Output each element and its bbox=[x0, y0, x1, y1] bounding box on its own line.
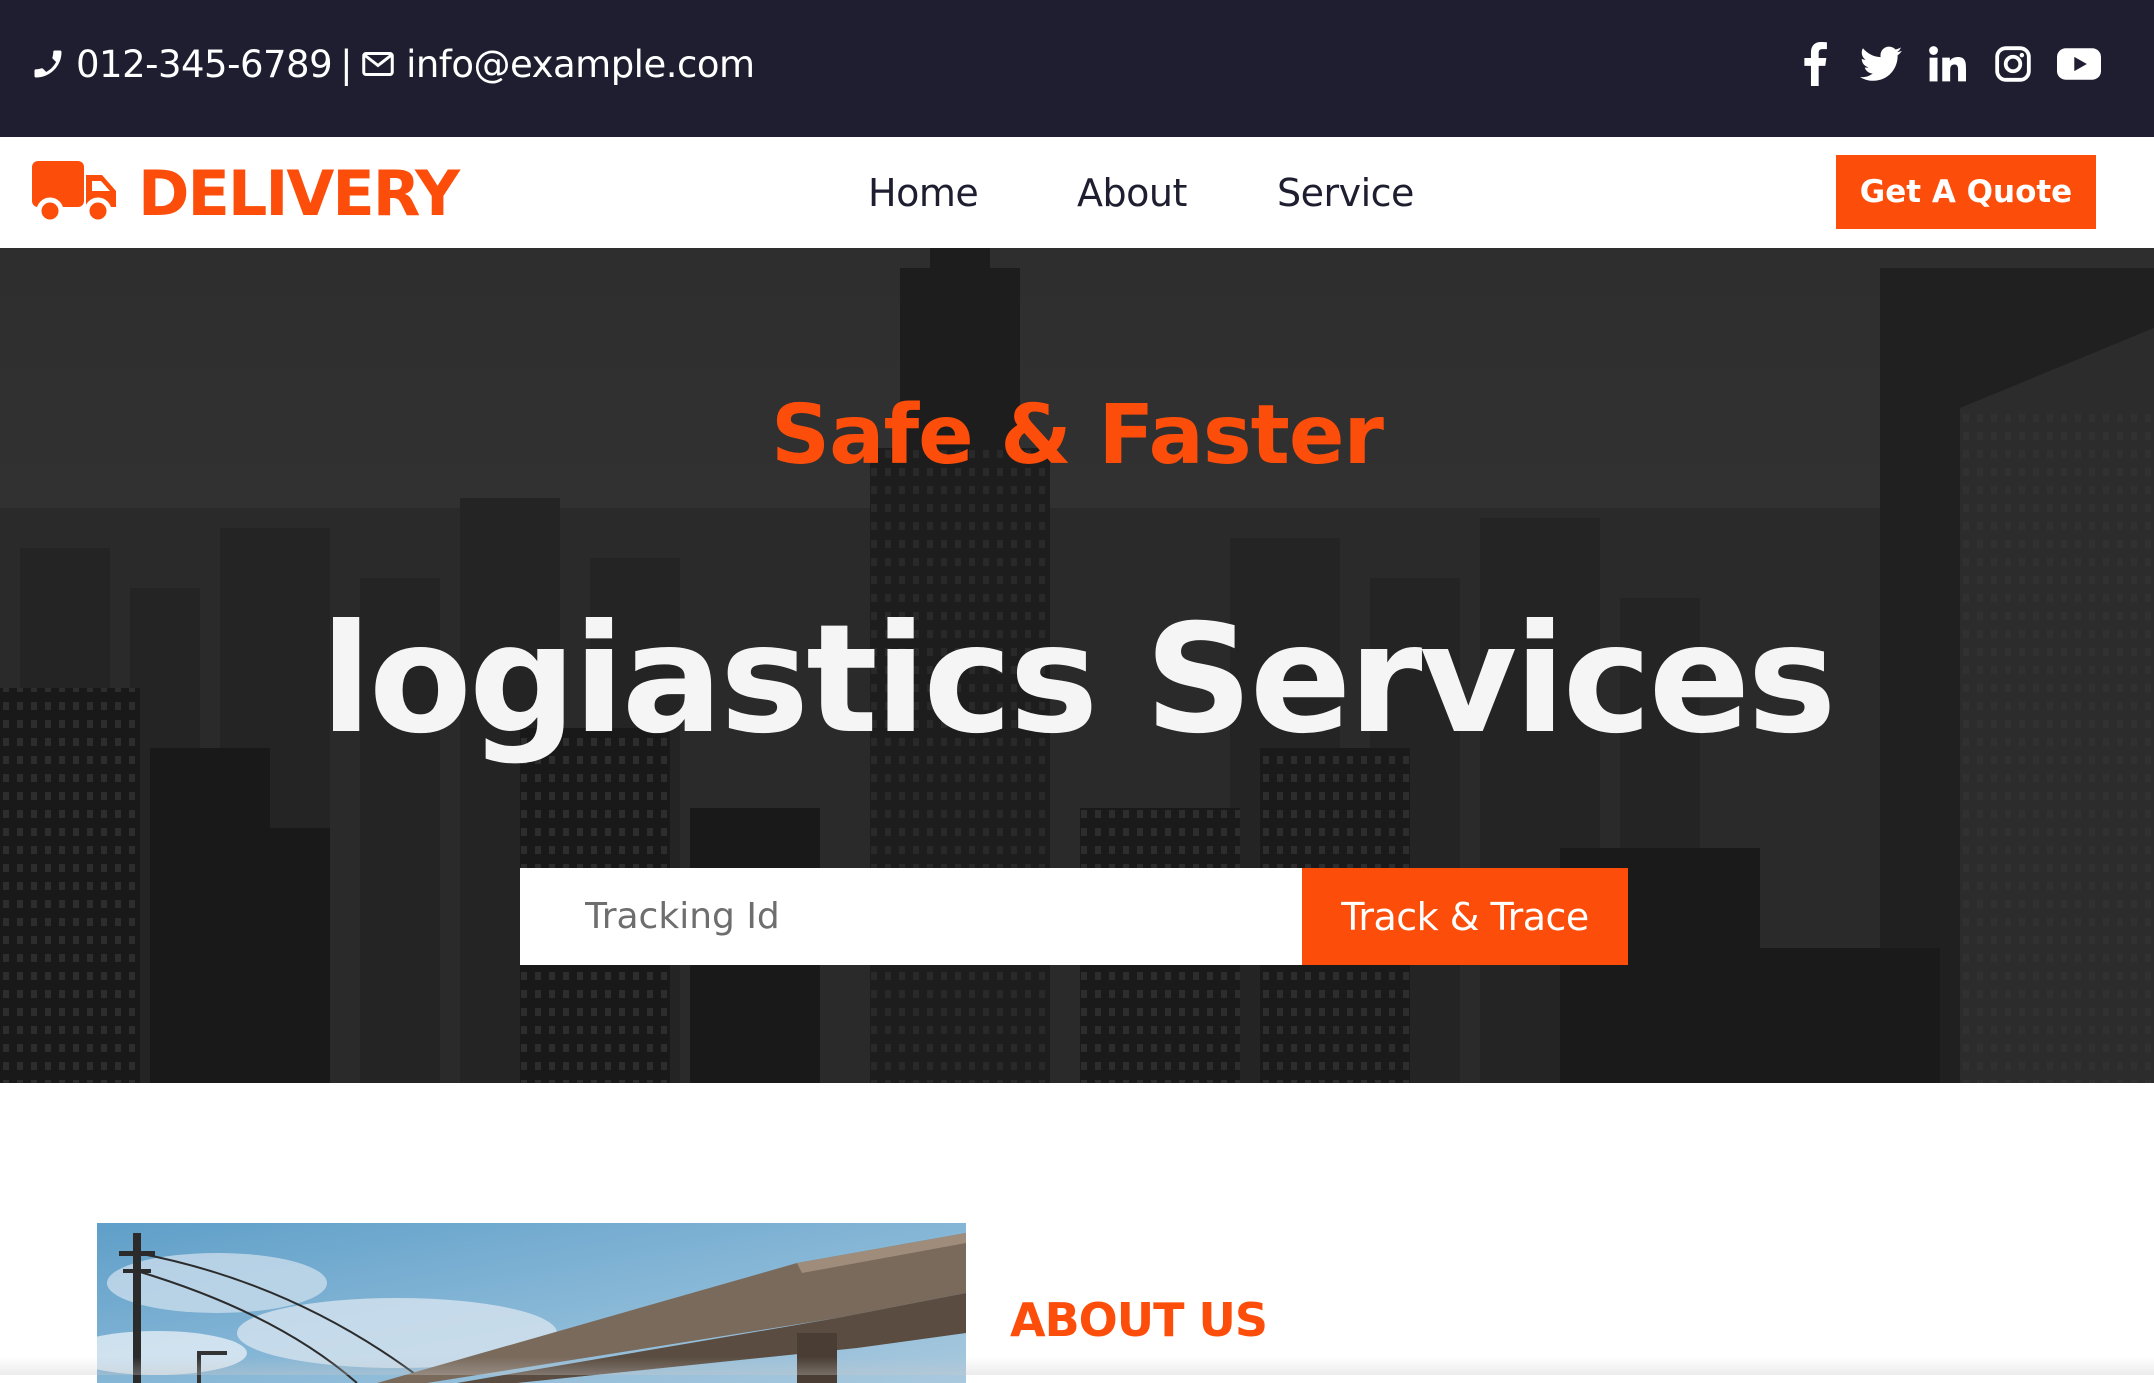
navbar: DELIVERY Home About Service Get A Quote bbox=[0, 137, 2154, 248]
nav-links: Home About Service bbox=[0, 137, 2154, 248]
track-and-trace-button[interactable]: Track & Trace bbox=[1302, 868, 1628, 965]
about-heading: ABOUT US bbox=[1010, 1293, 1268, 1347]
hero-subtitle: Safe & Faster bbox=[771, 388, 1384, 483]
linkedin-icon[interactable] bbox=[1925, 42, 1969, 86]
get-quote-button[interactable]: Get A Quote bbox=[1836, 155, 2096, 229]
nav-link-service[interactable]: Service bbox=[1277, 171, 1414, 215]
mail-icon bbox=[360, 46, 396, 82]
twitter-icon[interactable] bbox=[1859, 42, 1903, 86]
nav-link-about[interactable]: About bbox=[1077, 171, 1187, 215]
facebook-icon[interactable] bbox=[1793, 42, 1837, 86]
bottom-shadow bbox=[0, 1357, 2154, 1375]
about-section: ABOUT US bbox=[0, 1083, 2154, 1383]
phone-number[interactable]: 012-345-6789 bbox=[76, 43, 333, 86]
hero-section: Safe & Faster logiastics Services Track … bbox=[0, 248, 2154, 1083]
tracking-form: Track & Trace bbox=[520, 868, 1628, 965]
hero-title: logiastics Services bbox=[320, 593, 1836, 767]
tracking-id-input[interactable] bbox=[520, 868, 1302, 965]
contact-separator: | bbox=[340, 42, 353, 86]
email-address[interactable]: info@example.com bbox=[406, 43, 755, 86]
youtube-icon[interactable] bbox=[2057, 42, 2101, 86]
phone-icon bbox=[30, 46, 66, 82]
top-bar: 012-345-6789 | info@example.com bbox=[0, 0, 2154, 137]
nav-link-home[interactable]: Home bbox=[868, 171, 979, 215]
social-links bbox=[1793, 0, 2101, 128]
instagram-icon[interactable] bbox=[1991, 42, 2035, 86]
contact-info: 012-345-6789 | info@example.com bbox=[30, 0, 755, 128]
